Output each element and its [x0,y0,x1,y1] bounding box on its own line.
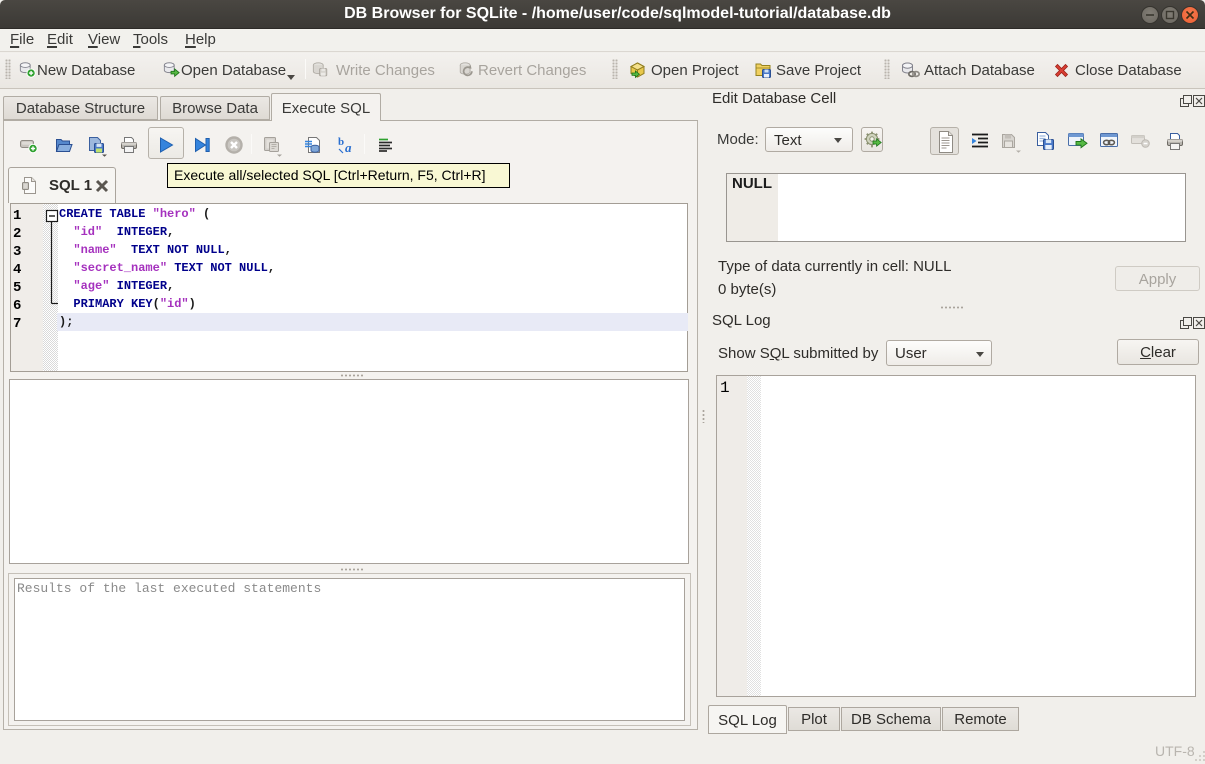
svg-text:a: a [345,140,352,155]
svg-text:b: b [338,136,344,148]
